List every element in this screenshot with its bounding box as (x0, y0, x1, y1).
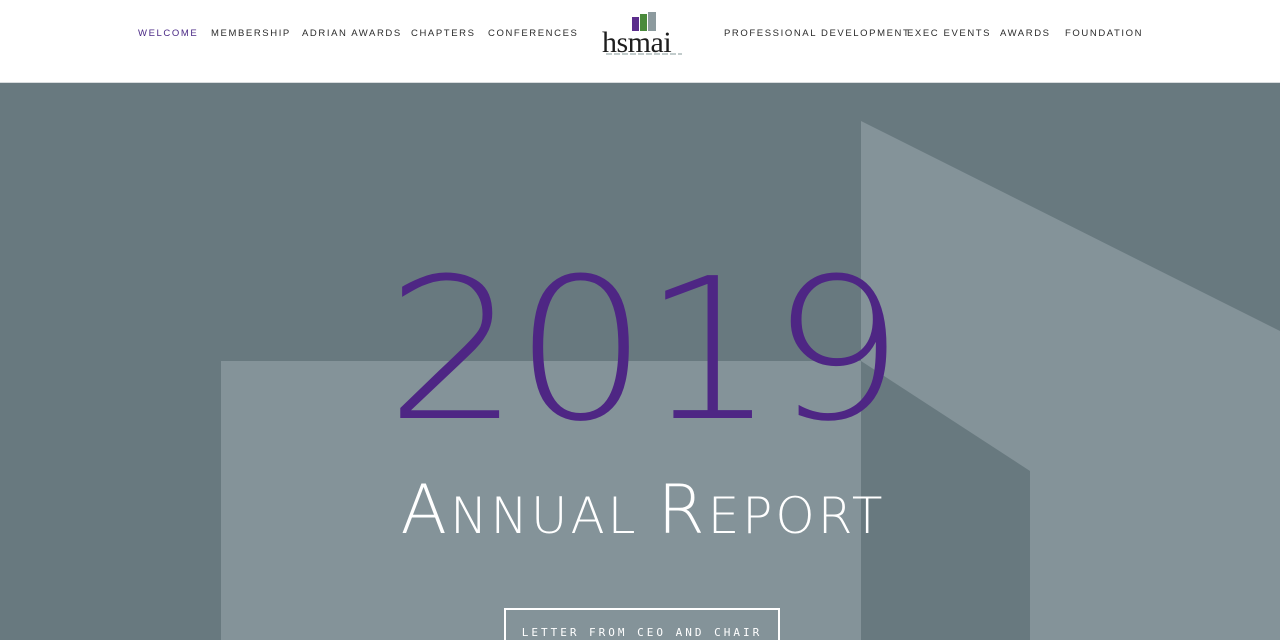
nav-welcome[interactable]: WELCOME (138, 28, 198, 39)
nav-membership[interactable]: MEMBERSHIP (211, 28, 291, 39)
report-title: ANNUAL REPORT (280, 475, 1006, 552)
nav-exec-events[interactable]: EXEC EVENTS (907, 28, 991, 39)
nav-professional-development[interactable]: PROFESSIONAL DEVELOPMENT (724, 28, 910, 39)
nav-foundation[interactable]: FOUNDATION (1065, 28, 1143, 39)
top-navigation-bar: WELCOME MEMBERSHIP ADRIAN AWARDS CHAPTER… (0, 0, 1280, 83)
logo-tagline (606, 53, 682, 55)
report-year: 2019 (385, 237, 905, 465)
letter-from-ceo-button[interactable]: LETTER FROM CEO AND CHAIR (504, 608, 780, 640)
hsmai-logo[interactable]: hsmai (602, 12, 686, 59)
title-report-initial: R (657, 471, 708, 550)
nav-chapters[interactable]: CHAPTERS (411, 28, 476, 39)
title-annual-initial: A (400, 471, 451, 550)
nav-adrian-awards[interactable]: ADRIAN AWARDS (302, 28, 402, 39)
title-report-rest: EPORT (707, 487, 886, 545)
hero-banner: 2019 ANNUAL REPORT LETTER FROM CEO AND C… (0, 83, 1280, 640)
title-annual-rest: NNUAL (450, 487, 658, 545)
nav-awards[interactable]: AWARDS (1000, 28, 1051, 39)
nav-conferences[interactable]: CONFERENCES (488, 28, 578, 39)
